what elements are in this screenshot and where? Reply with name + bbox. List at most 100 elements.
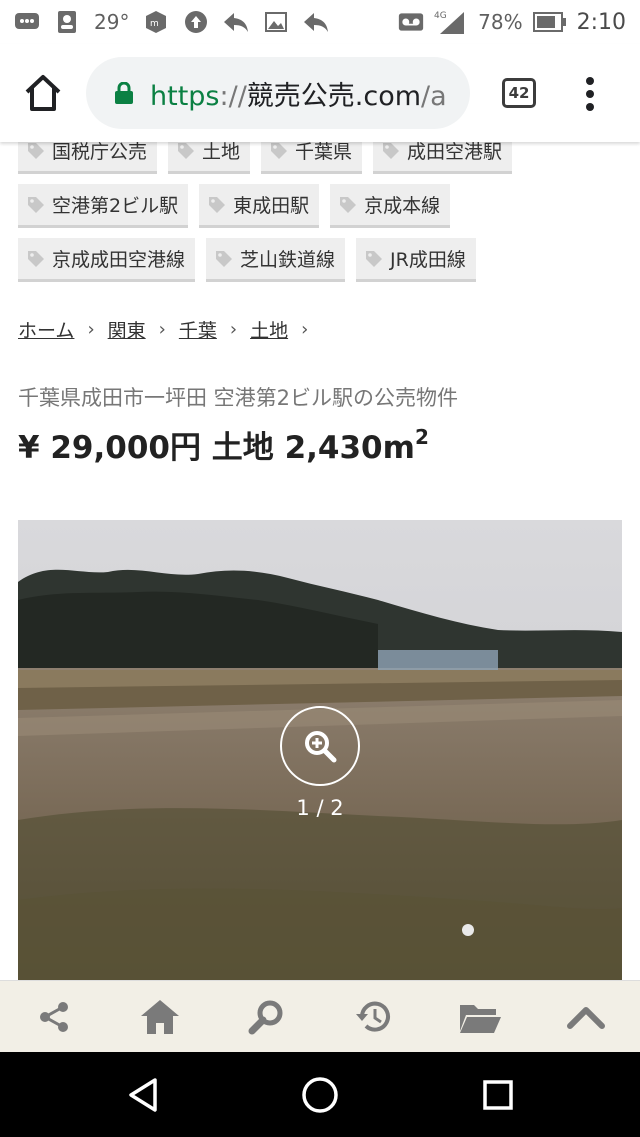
chevron-right-icon: › (229, 319, 238, 340)
tag-link[interactable]: 空港第2ビル駅 (18, 184, 189, 228)
tag-label: 芝山鉄道線 (240, 249, 336, 271)
area-unit-exponent: 2 (414, 425, 429, 449)
zoom-button[interactable] (280, 706, 360, 786)
history-button[interactable] (352, 995, 396, 1039)
back-triangle-icon (129, 1078, 157, 1112)
tag-label: 成田空港駅 (407, 142, 503, 163)
site-home-button[interactable] (138, 995, 182, 1039)
folder-open-icon (460, 1005, 501, 1033)
home-nav-button[interactable] (297, 1072, 343, 1118)
breadcrumb-link[interactable]: 関東 (108, 316, 146, 343)
chevron-right-icon: › (301, 319, 309, 340)
recents-button[interactable] (475, 1072, 521, 1118)
tab-switcher-button[interactable]: 42 (502, 78, 536, 108)
url-bar[interactable]: https://競売公売.com/a (86, 57, 470, 129)
tag-icon (28, 196, 44, 213)
image-icon (263, 9, 289, 35)
search-icon (248, 1000, 283, 1035)
tag-link[interactable]: 芝山鉄道線 (206, 238, 346, 282)
zoom-in-icon (305, 731, 337, 763)
photo-counter: 1 / 2 (296, 796, 344, 820)
home-button[interactable] (22, 72, 64, 114)
app-notification-icon: m (143, 9, 169, 35)
temperature-text: 29° (94, 10, 130, 34)
tag-label: 空港第2ビル駅 (52, 195, 179, 217)
breadcrumb: ホーム › 関東 › 千葉 › 土地 › (18, 316, 321, 343)
chevron-up-icon (567, 1007, 605, 1029)
breadcrumb-link[interactable]: 土地 (250, 316, 288, 343)
reply-icon (223, 9, 249, 35)
home-icon (25, 75, 61, 111)
history-icon (356, 1001, 390, 1032)
tag-label: JR成田線 (390, 249, 466, 271)
home-filled-icon (141, 1000, 179, 1034)
listing-title: ¥ 29,000円 土地 2,430m2 (18, 422, 429, 467)
listing-subtitle: 千葉県成田市一坪田 空港第2ビル駅の公売物件 (18, 386, 459, 410)
tag-icon (28, 250, 44, 267)
breadcrumb-link[interactable]: ホーム (18, 316, 74, 343)
svg-text:m: m (150, 19, 159, 29)
tag-label: 京成成田空港線 (52, 249, 186, 271)
tag-label: 国税庁公売 (52, 142, 148, 163)
tag-link[interactable]: 東成田駅 (199, 184, 320, 228)
chat-icon (14, 9, 40, 35)
search-button[interactable] (244, 995, 288, 1039)
clock-text: 2:10 (576, 9, 626, 35)
upload-icon (183, 9, 209, 35)
tag-label: 土地 (202, 142, 241, 163)
tag-label: 東成田駅 (233, 195, 310, 217)
url-host: 競売公売.com (246, 80, 422, 112)
folder-button[interactable] (458, 995, 502, 1039)
tag-icon (383, 142, 400, 159)
tag-link[interactable]: 土地 (168, 142, 251, 174)
tag-row: 国税庁公売 土地 千葉県 成田空港駅 (18, 142, 628, 174)
tag-link[interactable]: 国税庁公売 (18, 142, 158, 174)
home-circle-icon (302, 1077, 338, 1113)
breadcrumb-link[interactable]: 千葉 (179, 316, 217, 343)
lock-icon (115, 82, 133, 104)
tag-list: 国税庁公売 土地 千葉県 成田空港駅空港第2ビル駅 東成田駅 京成本線京成成田空港線 芝山鉄… (18, 142, 628, 292)
tag-icon (366, 250, 383, 267)
share-icon (40, 1002, 68, 1032)
tag-link[interactable]: 成田空港駅 (373, 142, 513, 174)
voicemail-icon (398, 9, 424, 35)
share-button[interactable] (32, 995, 76, 1039)
url-text[interactable]: https://競売公売.com/a (150, 74, 447, 113)
url-scheme: https (150, 80, 220, 112)
tag-link[interactable]: 京成本線 (330, 184, 451, 228)
bottom-toolbar (0, 980, 640, 1052)
tag-link[interactable]: 千葉県 (261, 142, 363, 174)
status-bar-right: 4G 78% 2:10 (398, 6, 626, 38)
contacts-icon (54, 9, 80, 35)
status-bar: 29° m 4G 78% 2:10 (0, 0, 640, 44)
tag-link[interactable]: JR成田線 (356, 238, 476, 282)
tag-icon (271, 142, 288, 159)
signal-icon: 4G (434, 9, 468, 35)
tag-label: 千葉県 (295, 142, 353, 163)
back-button[interactable] (120, 1072, 166, 1118)
scroll-top-button[interactable] (564, 995, 608, 1039)
tag-icon (340, 196, 357, 213)
property-photo[interactable]: 1 / 2 (18, 520, 622, 980)
tag-link[interactable]: 京成成田空港線 (18, 238, 196, 282)
url-path: /a (421, 80, 447, 112)
listing-price-area: ¥ 29,000円 土地 2,430m (18, 430, 415, 466)
tag-icon (28, 142, 44, 159)
tag-icon (216, 250, 233, 267)
url-separator: :// (219, 80, 247, 112)
tag-label: 京成本線 (364, 195, 441, 217)
reply-icon-2 (303, 9, 329, 35)
tag-row: 空港第2ビル駅 東成田駅 京成本線 (18, 184, 628, 228)
browser-toolbar: https://競売公売.com/a 42 (0, 44, 640, 142)
more-vert-icon (586, 77, 594, 111)
battery-icon (532, 9, 567, 35)
tag-row: 京成成田空港線 芝山鉄道線 JR成田線 (18, 238, 628, 282)
overflow-menu-button[interactable] (580, 74, 600, 114)
chevron-right-icon: › (158, 319, 166, 340)
system-nav-bar (0, 1052, 640, 1137)
battery-percent: 78% (478, 10, 523, 34)
recents-square-icon (483, 1080, 513, 1110)
tag-icon (209, 196, 226, 213)
network-type-text: 4G (434, 11, 447, 21)
tag-icon (178, 142, 195, 159)
